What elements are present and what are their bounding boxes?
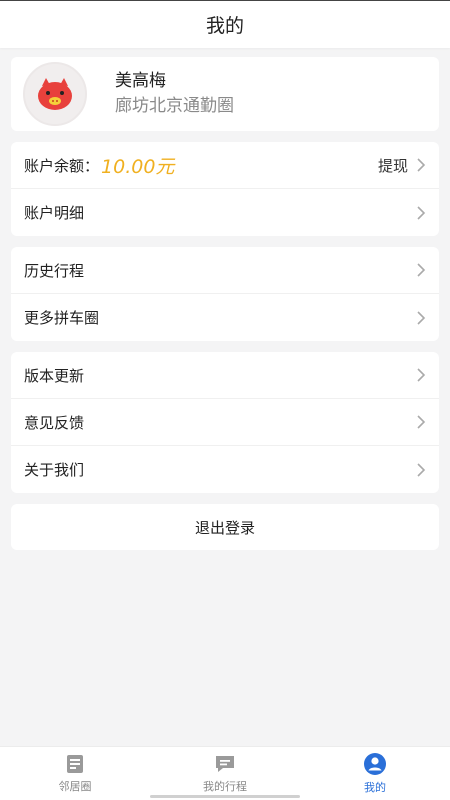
about-us-label: 关于我们	[24, 461, 85, 479]
bottom-tab-bar: 邻居圈 我的行程 我的	[0, 746, 450, 800]
avatar[interactable]	[23, 62, 87, 126]
balance-row[interactable]: 账户余额： 10.00元 提现	[11, 142, 439, 189]
logout-label: 退出登录	[194, 518, 255, 537]
withdraw-button[interactable]: 提现	[378, 155, 408, 176]
about-us-row[interactable]: 关于我们	[11, 446, 439, 493]
chevron-right-icon	[417, 368, 426, 382]
about-group: 版本更新 意见反馈 关于我们	[11, 352, 439, 493]
trips-group: 历史行程 更多拼车圈	[11, 247, 439, 341]
history-trips-label: 历史行程	[24, 261, 85, 280]
history-trips-row[interactable]: 历史行程	[11, 247, 439, 294]
profile-card[interactable]: 美高梅 廊坊北京通勤圈	[11, 57, 439, 131]
tab-my-trips[interactable]: 我的行程	[150, 747, 300, 800]
feedback-row[interactable]: 意见反馈	[11, 399, 439, 446]
chevron-right-icon	[417, 263, 426, 277]
version-update-row[interactable]: 版本更新	[11, 352, 439, 399]
news-icon	[67, 755, 83, 773]
tab-neighbor-circle[interactable]: 邻居圈	[0, 747, 150, 800]
version-update-label: 版本更新	[24, 366, 85, 385]
more-circles-label: 更多拼车圈	[24, 309, 100, 327]
chat-icon	[216, 756, 234, 772]
tab-label: 邻居圈	[58, 780, 92, 793]
user-name: 美高梅	[115, 71, 166, 91]
page-title: 我的	[205, 15, 244, 37]
tab-mine[interactable]: 我的	[300, 747, 450, 800]
pig-avatar-icon	[38, 78, 72, 110]
feedback-label: 意见反馈	[24, 413, 85, 432]
balance-value: 10.00元	[101, 155, 175, 178]
account-detail-row[interactable]: 账户明细	[11, 189, 439, 236]
chevron-right-icon	[417, 415, 426, 429]
account-detail-label: 账户明细	[24, 204, 85, 222]
more-circles-row[interactable]: 更多拼车圈	[11, 294, 439, 341]
user-circle: 廊坊北京通勤圈	[115, 96, 234, 116]
tab-label: 我的	[364, 781, 386, 794]
home-indicator	[150, 795, 300, 798]
logout-button[interactable]: 退出登录	[11, 504, 439, 550]
chevron-right-icon	[417, 158, 426, 172]
chevron-right-icon	[417, 205, 426, 220]
balance-label: 账户余额：	[24, 156, 100, 175]
chevron-right-icon	[417, 462, 426, 477]
chevron-right-icon	[417, 310, 426, 325]
user-icon	[364, 753, 386, 775]
tab-label: 我的行程	[203, 780, 247, 793]
account-group: 账户余额： 10.00元 提现 账户明细	[11, 142, 439, 236]
page-header: 我的	[0, 0, 450, 48]
